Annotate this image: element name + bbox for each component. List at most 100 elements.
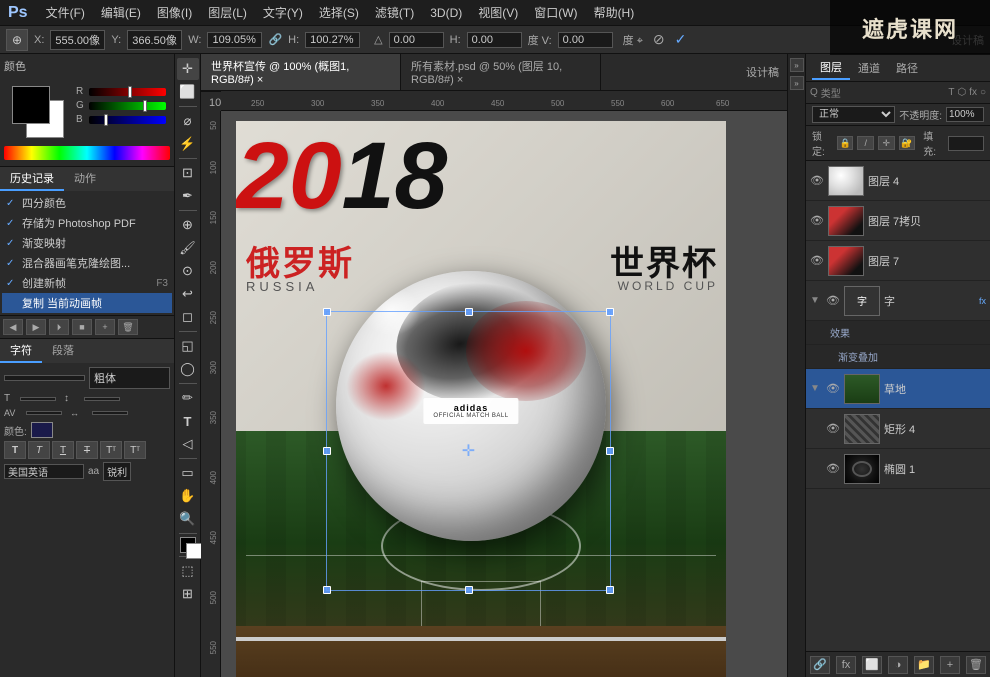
- panel-expand-btn-2[interactable]: »: [790, 76, 804, 90]
- lasso-tool[interactable]: ⌀: [177, 110, 199, 132]
- menu-image[interactable]: 图像(I): [151, 2, 198, 23]
- history-new-btn[interactable]: +: [95, 319, 115, 335]
- grass-expand-icon[interactable]: ▼: [810, 383, 822, 394]
- eraser-tool[interactable]: ◻: [177, 306, 199, 328]
- menu-file[interactable]: 文件(F): [40, 2, 91, 23]
- h-value[interactable]: 100.27%: [305, 32, 360, 48]
- layer-del-btn[interactable]: 🗑: [966, 656, 986, 674]
- type-color-swatch[interactable]: [31, 422, 53, 438]
- layer-adj-btn[interactable]: ◑: [888, 656, 908, 674]
- bold-btn[interactable]: T: [4, 441, 26, 459]
- menu-filter[interactable]: 滤镜(T): [369, 2, 420, 23]
- menu-edit[interactable]: 编辑(E): [95, 2, 147, 23]
- warp-icon[interactable]: 度 ⌖: [623, 32, 643, 48]
- wand-tool[interactable]: ⚡: [177, 133, 199, 155]
- history-item-3[interactable]: ✓ 混合器画笔克隆绘图...: [2, 253, 172, 273]
- history-item-1[interactable]: ✓ 存储为 Photoshop PDF: [2, 213, 172, 233]
- layer-item-rect4[interactable]: 👁 矩形 4: [806, 409, 990, 449]
- fg-swatch[interactable]: [12, 86, 50, 124]
- h2-value[interactable]: 0.00: [467, 32, 522, 48]
- menu-help[interactable]: 帮助(H): [588, 2, 641, 23]
- filter-toggle[interactable]: ○: [980, 87, 986, 98]
- subscript-btn[interactable]: TT: [124, 441, 146, 459]
- zi-expand-icon[interactable]: ▼: [810, 295, 822, 306]
- g-thumb[interactable]: [143, 100, 147, 112]
- history-item-4[interactable]: ✓ 创建新帧 F3: [2, 273, 172, 293]
- zoom-tool[interactable]: 🔍: [177, 508, 199, 530]
- menu-view[interactable]: 视图(V): [472, 2, 524, 23]
- history-play-btn[interactable]: ⏵: [49, 319, 69, 335]
- menu-text[interactable]: 文字(Y): [257, 2, 309, 23]
- shape-tool[interactable]: ▭: [177, 462, 199, 484]
- brush-tool[interactable]: 🖌: [177, 237, 199, 259]
- gradient-tool[interactable]: ◱: [177, 335, 199, 357]
- history-del-btn[interactable]: 🗑: [118, 319, 138, 335]
- history-fwd-btn[interactable]: ▶: [26, 319, 46, 335]
- tab-channels[interactable]: 通道: [850, 57, 888, 79]
- lock-move-btn[interactable]: ✛: [878, 136, 895, 150]
- layer-eye-ellipse1[interactable]: 👁: [826, 462, 840, 475]
- lock-all-btn[interactable]: 🔐: [899, 136, 916, 150]
- move-tool[interactable]: ✛: [177, 58, 199, 80]
- history-item-0[interactable]: ✓ 四分颜色: [2, 193, 172, 213]
- font-style-dropdown[interactable]: 粗体: [89, 367, 170, 389]
- g-slider[interactable]: [89, 102, 166, 110]
- b-thumb[interactable]: [104, 114, 108, 126]
- lock-pos-btn[interactable]: 🔒: [837, 136, 854, 150]
- r-slider[interactable]: [89, 88, 166, 96]
- menu-select[interactable]: 选择(S): [313, 2, 365, 23]
- strikethrough-btn[interactable]: T: [76, 441, 98, 459]
- cancel-transform-icon[interactable]: ⊘: [653, 31, 665, 48]
- filter-icon-t[interactable]: T: [948, 87, 954, 98]
- history-stop-btn[interactable]: ■: [72, 319, 92, 335]
- eyedrop-tool[interactable]: ✒: [177, 185, 199, 207]
- filter-icon-fx[interactable]: fx: [969, 87, 977, 98]
- filter-icon-shape[interactable]: ⬡: [957, 87, 966, 98]
- canvas-tab-2[interactable]: 所有素材.psd @ 50% (图层 10, RGB/8#) ×: [401, 54, 601, 90]
- leading-input[interactable]: [84, 397, 120, 401]
- blend-mode-select[interactable]: 正常: [812, 106, 895, 123]
- layer-new-btn[interactable]: +: [940, 656, 960, 674]
- italic-btn[interactable]: T: [28, 441, 50, 459]
- layer-group-btn[interactable]: 📁: [914, 656, 934, 674]
- layer-eye-zi[interactable]: 👁: [826, 294, 840, 307]
- layer-item-7copy[interactable]: 👁 图层 7拷贝: [806, 201, 990, 241]
- history-back-btn[interactable]: ◀: [3, 319, 23, 335]
- marquee-tool[interactable]: ⬜: [177, 81, 199, 103]
- w-value[interactable]: 109.05%: [207, 32, 262, 48]
- menu-layer[interactable]: 图层(L): [202, 2, 253, 23]
- layer-eye-grass[interactable]: 👁: [826, 382, 840, 395]
- screen-mode-tool[interactable]: ⊞: [177, 583, 199, 605]
- fill-input[interactable]: [948, 136, 984, 151]
- v-value[interactable]: 0.00: [558, 32, 613, 48]
- layer-link-btn[interactable]: 🔗: [810, 656, 830, 674]
- underline-btn[interactable]: T: [52, 441, 74, 459]
- opacity-input[interactable]: [946, 107, 984, 122]
- b-slider[interactable]: [89, 116, 166, 124]
- x-value[interactable]: 555.00像: [50, 30, 105, 50]
- tab-paragraph[interactable]: 段落: [42, 339, 84, 363]
- confirm-transform-icon[interactable]: ✓: [675, 31, 687, 48]
- path-select-tool[interactable]: ◁: [177, 433, 199, 455]
- link-icon[interactable]: 🔗: [268, 33, 282, 46]
- dodge-tool[interactable]: ◯: [177, 358, 199, 380]
- canvas-work[interactable]: 2018 俄罗斯 世界杯 RUSSIA WORLD CUP: [221, 111, 787, 677]
- layer-item-7[interactable]: 👁 图层 7: [806, 241, 990, 281]
- canvas-tab-1[interactable]: 世界杯宣传 @ 100% (概图1, RGB/8#) ×: [201, 54, 401, 90]
- tab-actions[interactable]: 动作: [64, 167, 106, 191]
- layer-item-4[interactable]: 👁 图层 4: [806, 161, 990, 201]
- font-size-input[interactable]: [20, 397, 56, 401]
- crop-tool[interactable]: ⊡: [177, 162, 199, 184]
- layer-eye-7copy[interactable]: 👁: [810, 214, 824, 227]
- tab-paths[interactable]: 路径: [888, 57, 926, 79]
- layer-item-ellipse1[interactable]: 👁 椭圆 1: [806, 449, 990, 489]
- patch-tool[interactable]: ⊕: [177, 214, 199, 236]
- history-brush-tool[interactable]: ↩: [177, 283, 199, 305]
- layer-eye-rect4[interactable]: 👁: [826, 422, 840, 435]
- layer-fx-btn[interactable]: fx: [836, 656, 856, 674]
- lock-pixel-btn[interactable]: /: [857, 136, 874, 150]
- rotate-value[interactable]: 0.00: [389, 32, 444, 48]
- tab-history[interactable]: 历史记录: [0, 167, 64, 191]
- text-tool[interactable]: T: [177, 410, 199, 432]
- menu-window[interactable]: 窗口(W): [528, 2, 583, 23]
